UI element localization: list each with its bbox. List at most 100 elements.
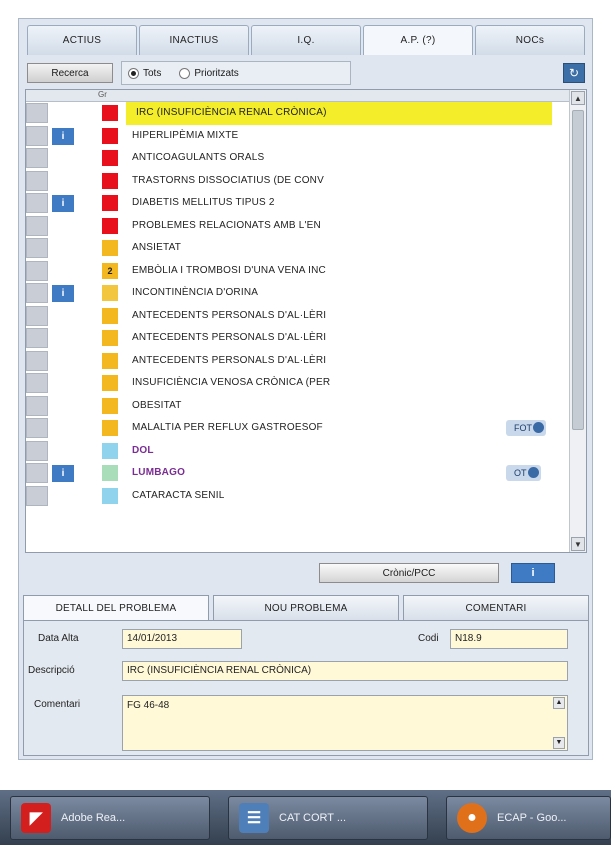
table-row[interactable]: ANTECEDENTS PERSONALS D'AL·LÈRI (26, 305, 570, 328)
row-header[interactable] (26, 193, 48, 213)
scroll-down-icon[interactable]: ▼ (571, 537, 585, 551)
info-icon[interactable]: i (52, 127, 74, 145)
grid-scrollbar[interactable]: ▲ ▼ (569, 90, 586, 552)
table-row[interactable]: PROBLEMES RELACIONATS AMB L'EN (26, 215, 570, 238)
row-header[interactable] (26, 125, 48, 146)
scroll-thumb[interactable] (572, 110, 584, 430)
document-icon: ☰ (239, 803, 269, 833)
row-header[interactable] (26, 485, 48, 506)
date-label: Data Alta (38, 633, 79, 644)
problem-tag[interactable]: FOT (506, 420, 546, 436)
search-button[interactable]: Recerca (27, 63, 113, 83)
table-row[interactable]: i INCONTINÈNCIA D'ORINA (26, 282, 570, 305)
problem-description: LUMBAGO (132, 467, 186, 478)
row-header[interactable] (26, 463, 48, 483)
taskbar-item-label: ECAP - Goo... (497, 812, 567, 824)
code-field[interactable]: N18.9 (450, 629, 568, 649)
row-header[interactable] (26, 238, 48, 258)
filter-bar: Recerca Tots Prioritzats ↻ (27, 61, 587, 85)
table-row[interactable]: ANTECEDENTS PERSONALS D'AL·LÈRI (26, 350, 570, 373)
filter-radio-group: Tots Prioritzats (121, 61, 351, 85)
taskbar-item-label: Adobe Rea... (61, 812, 126, 824)
description-label: Descripció (28, 665, 75, 676)
row-header[interactable] (26, 350, 48, 371)
table-row[interactable]: i DIABETIS MELLITUS TIPUS 2 (26, 192, 570, 215)
severity-marker (102, 330, 118, 346)
table-row[interactable]: TRASTORNS DISSOCIATIUS (DE CONV (26, 170, 570, 193)
info-button[interactable]: i (511, 563, 555, 583)
row-header[interactable] (26, 395, 48, 416)
table-row[interactable]: IRC (INSUFICIÈNCIA RENAL CRÒNICA) (26, 102, 570, 125)
problem-tag-label: OT (514, 468, 527, 478)
problem-description: EMBÒLIA I TROMBOSI D'UNA VENA INC (132, 264, 326, 276)
tab-nocs[interactable]: NOCs (475, 25, 585, 55)
date-field[interactable]: 14/01/2013 (122, 629, 242, 649)
tab-inactius[interactable]: INACTIUS (139, 25, 249, 55)
comment-text: FG 46-48 (127, 700, 170, 711)
row-header[interactable] (26, 440, 48, 461)
taskbar-item-label: CAT CORT ... (279, 812, 347, 824)
row-header[interactable] (26, 103, 48, 123)
table-row[interactable]: ANSIETAT (26, 237, 570, 260)
severity-marker (102, 487, 118, 504)
severity-marker (102, 465, 118, 481)
row-header[interactable] (26, 305, 48, 326)
problem-tag[interactable]: OT (506, 465, 541, 481)
globe-icon (527, 467, 539, 478)
chronic-pcc-button[interactable]: Crònic/PCC (319, 563, 499, 583)
tab-iq[interactable]: I.Q. (251, 25, 361, 55)
problem-description: CATARACTA SENIL (132, 489, 225, 501)
row-header[interactable] (26, 373, 48, 393)
row-header[interactable] (26, 260, 48, 281)
problem-description: HIPERLIPÈMIA MIXTE (132, 129, 239, 141)
problem-description: TRASTORNS DISSOCIATIUS (DE CONV (132, 174, 324, 186)
detail-tabs: DETALL DEL PROBLEMA NOU PROBLEMA COMENTA… (23, 595, 589, 621)
taskbar-item-browser[interactable]: ● ECAP - Goo... (446, 796, 611, 840)
table-row[interactable]: INSUFICIÈNCIA VENOSA CRÒNICA (PER (26, 372, 570, 395)
row-header[interactable] (26, 328, 48, 348)
tab-ap[interactable]: A.P. (?) (363, 25, 473, 55)
refresh-icon[interactable]: ↻ (563, 63, 585, 83)
comment-scroll-up-icon[interactable]: ▲ (553, 697, 565, 709)
problems-panel: ACTIUS INACTIUS I.Q. A.P. (?) NOCs Recer… (18, 18, 593, 760)
scroll-up-icon[interactable]: ▲ (571, 91, 585, 105)
tab-actius[interactable]: ACTIUS (27, 25, 137, 55)
severity-marker (102, 240, 118, 256)
radio-prioritized-dot[interactable] (179, 67, 191, 79)
info-icon[interactable]: i (52, 195, 74, 212)
row-header[interactable] (26, 283, 48, 303)
problem-description: DIABETIS MELLITUS TIPUS 2 (132, 197, 275, 208)
description-field[interactable]: IRC (INSUFICIÈNCIA RENAL CRÒNICA) (122, 661, 568, 681)
table-row[interactable]: i LUMBAGO OT (26, 462, 570, 485)
taskbar-item-adobe[interactable]: ◤ Adobe Rea... (10, 796, 210, 840)
row-header[interactable] (26, 170, 48, 191)
comment-scrollbar[interactable]: ▲ ▼ (553, 697, 565, 749)
radio-all-dot[interactable] (128, 67, 139, 79)
tab-new-problem[interactable]: NOU PROBLEMA (213, 595, 399, 621)
table-row[interactable]: 2 EMBÒLIA I TROMBOSI D'UNA VENA INC (26, 260, 570, 283)
tab-comment[interactable]: COMENTARI (403, 595, 589, 621)
problem-description: INCONTINÈNCIA D'ORINA (132, 287, 259, 298)
info-icon[interactable]: i (52, 465, 74, 482)
comment-scroll-down-icon[interactable]: ▼ (553, 737, 565, 749)
radio-all[interactable]: Tots (128, 67, 161, 79)
table-row[interactable]: DOL (26, 440, 570, 463)
table-row[interactable]: CATARACTA SENIL (26, 485, 570, 508)
row-header[interactable] (26, 148, 48, 168)
severity-marker (102, 105, 118, 121)
radio-prioritized[interactable]: Prioritzats (179, 67, 239, 79)
table-row[interactable]: ANTICOAGULANTS ORALS (26, 147, 570, 170)
table-row[interactable]: OBESITAT (26, 395, 570, 418)
info-icon[interactable]: i (52, 285, 74, 302)
row-header[interactable] (26, 215, 48, 236)
table-row[interactable]: MALALTIA PER REFLUX GASTROESOF FOT (26, 417, 570, 440)
row-header[interactable] (26, 418, 48, 438)
severity-marker (102, 195, 118, 211)
taskbar-item-document[interactable]: ☰ CAT CORT ... (228, 796, 428, 840)
tab-problem-detail[interactable]: DETALL DEL PROBLEMA (23, 595, 209, 621)
grid-header: Gr (26, 90, 570, 102)
globe-icon (533, 422, 544, 433)
table-row[interactable]: i HIPERLIPÈMIA MIXTE (26, 125, 570, 148)
table-row[interactable]: ANTECEDENTS PERSONALS D'AL·LÈRI (26, 327, 570, 350)
comment-field[interactable]: FG 46-48 ▲ ▼ (122, 695, 568, 751)
